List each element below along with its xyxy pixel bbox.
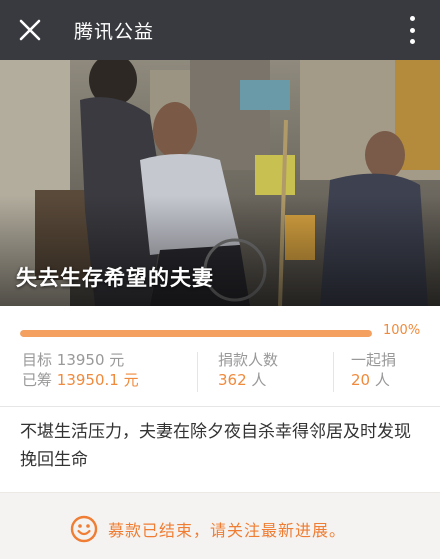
together-label: 一起捐 bbox=[351, 351, 397, 369]
target-value: 13950 元 bbox=[56, 351, 125, 369]
close-button[interactable] bbox=[0, 0, 60, 60]
top-bar: 腾讯公益 bbox=[0, 0, 440, 60]
together-unit: 人 bbox=[374, 371, 390, 389]
together-value: 20 bbox=[351, 371, 371, 389]
status-message: 募款已结束，请关注最新进展。 bbox=[70, 515, 346, 543]
more-button[interactable] bbox=[402, 16, 422, 44]
project-title: 失去生存希望的夫妻 bbox=[16, 266, 214, 290]
more-vertical-icon bbox=[409, 16, 415, 21]
project-description: 不堪生活压力，夫妻在除夕夜自杀幸得邻居及时发现挽回生命 bbox=[20, 422, 411, 470]
progress-bar bbox=[20, 330, 372, 337]
progress-percent: 100% bbox=[383, 323, 421, 338]
target-stat: 目标 13950 元 已筹 13950.1 元 bbox=[22, 350, 139, 390]
close-icon bbox=[19, 19, 41, 41]
donors-value: 362 bbox=[218, 371, 247, 389]
raised-value: 13950.1 元 bbox=[56, 371, 139, 389]
donors-stat: 捐款人数 362 人 bbox=[218, 350, 278, 390]
hero-image[interactable]: 失去生存希望的夫妻 bbox=[0, 60, 440, 306]
divider bbox=[197, 352, 198, 392]
progress-section: 100% 目标 13950 元 已筹 13950.1 元 捐款人数 362 人 … bbox=[0, 306, 440, 406]
together-stat[interactable]: 一起捐 20 人 bbox=[351, 350, 396, 390]
donors-label: 捐款人数 bbox=[218, 351, 279, 369]
target-label: 目标 bbox=[22, 351, 53, 369]
divider bbox=[0, 406, 440, 407]
progress-fill bbox=[20, 330, 372, 337]
status-footer: 募款已结束，请关注最新进展。 bbox=[0, 492, 440, 559]
divider bbox=[333, 352, 334, 392]
campaign-ended-text: 募款已结束，请关注最新进展。 bbox=[108, 521, 347, 540]
app-title: 腾讯公益 bbox=[74, 20, 155, 43]
donors-unit: 人 bbox=[251, 371, 267, 389]
raised-label: 已筹 bbox=[22, 371, 53, 389]
smile-icon bbox=[70, 515, 98, 543]
